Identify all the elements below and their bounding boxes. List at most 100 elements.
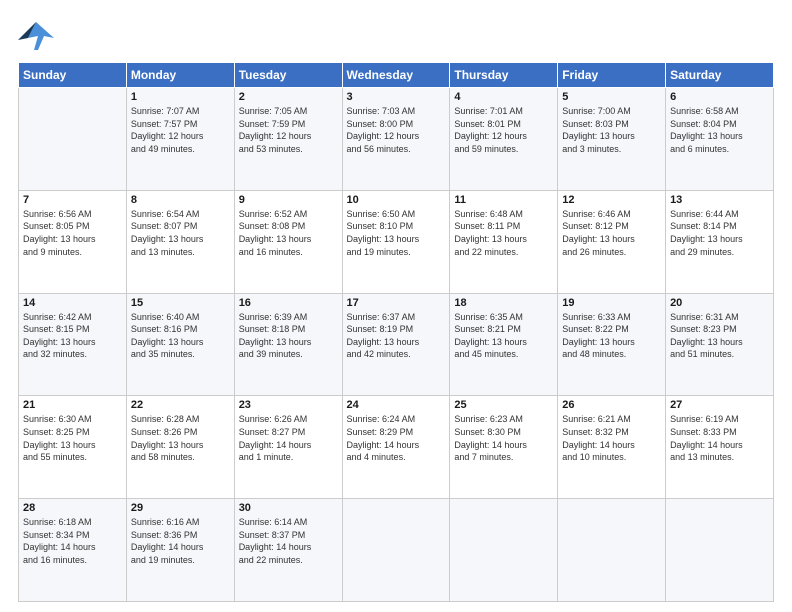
day-cell: 2 Sunrise: 7:05 AMSunset: 7:59 PMDaylight… [234,88,342,191]
day-number: 19 [562,297,661,309]
day-cell: 27 Sunrise: 6:19 AMSunset: 8:33 PMDayligh… [666,396,774,499]
day-number: 22 [131,399,230,411]
day-info: Sunrise: 6:42 AMSunset: 8:15 PMDaylight:… [23,311,122,361]
day-cell: 24 Sunrise: 6:24 AMSunset: 8:29 PMDayligh… [342,396,450,499]
calendar-header: SundayMondayTuesdayWednesdayThursdayFrid… [19,63,774,88]
day-info: Sunrise: 6:16 AMSunset: 8:36 PMDaylight:… [131,516,230,566]
day-number: 9 [239,194,338,206]
day-cell: 16Sunrise: 6:39 AMSunset: 8:18 PMDayligh… [234,293,342,396]
day-number: 25 [454,399,553,411]
day-info: Sunrise: 6:44 AMSunset: 8:14 PMDaylight:… [670,208,769,258]
day-info: Sunrise: 6:14 AMSunset: 8:37 PMDaylight:… [239,516,338,566]
day-cell: 14Sunrise: 6:42 AMSunset: 8:15 PMDayligh… [19,293,127,396]
day-number: 29 [131,502,230,514]
day-number: 28 [23,502,122,514]
week-row-2: 7 Sunrise: 6:56 AMSunset: 8:05 PMDaylight… [19,190,774,293]
day-cell: 28Sunrise: 6:18 AMSunset: 8:34 PMDayligh… [19,499,127,602]
day-cell: 29 Sunrise: 6:16 AMSunset: 8:36 PMDayligh… [126,499,234,602]
day-cell: 23 Sunrise: 6:26 AMSunset: 8:27 PMDayligh… [234,396,342,499]
day-cell: 10 Sunrise: 6:50 AMSunset: 8:10 PMDayligh… [342,190,450,293]
day-number: 3 [347,91,446,103]
day-header-sunday: Sunday [19,63,127,88]
day-header-tuesday: Tuesday [234,63,342,88]
day-cell: 1Sunrise: 7:07 AMSunset: 7:57 PMDaylight… [126,88,234,191]
day-number: 11 [454,194,553,206]
week-row-1: 1Sunrise: 7:07 AMSunset: 7:57 PMDaylight… [19,88,774,191]
day-number: 13 [670,194,769,206]
day-cell: 9 Sunrise: 6:52 AMSunset: 8:08 PMDaylight… [234,190,342,293]
day-number: 1 [131,91,230,103]
day-cell: 19 Sunrise: 6:33 AMSunset: 8:22 PMDayligh… [558,293,666,396]
day-number: 24 [347,399,446,411]
day-cell: 13 Sunrise: 6:44 AMSunset: 8:14 PMDayligh… [666,190,774,293]
day-cell [450,499,558,602]
day-header-saturday: Saturday [666,63,774,88]
day-header-thursday: Thursday [450,63,558,88]
day-cell [342,499,450,602]
day-number: 2 [239,91,338,103]
day-info: Sunrise: 6:50 AMSunset: 8:10 PMDaylight:… [347,208,446,258]
day-cell: 8Sunrise: 6:54 AMSunset: 8:07 PMDaylight… [126,190,234,293]
page: SundayMondayTuesdayWednesdayThursdayFrid… [0,0,792,612]
day-info: Sunrise: 6:35 AMSunset: 8:21 PMDaylight:… [454,311,553,361]
day-cell: 25 Sunrise: 6:23 AMSunset: 8:30 PMDayligh… [450,396,558,499]
day-cell: 21 Sunrise: 6:30 AMSunset: 8:25 PMDayligh… [19,396,127,499]
day-info: Sunrise: 7:03 AMSunset: 8:00 PMDaylight:… [347,105,446,155]
day-info: Sunrise: 6:52 AMSunset: 8:08 PMDaylight:… [239,208,338,258]
day-header-friday: Friday [558,63,666,88]
week-row-3: 14Sunrise: 6:42 AMSunset: 8:15 PMDayligh… [19,293,774,396]
day-cell: 20 Sunrise: 6:31 AMSunset: 8:23 PMDayligh… [666,293,774,396]
day-cell: 3 Sunrise: 7:03 AMSunset: 8:00 PMDaylight… [342,88,450,191]
day-cell: 7 Sunrise: 6:56 AMSunset: 8:05 PMDaylight… [19,190,127,293]
day-number: 20 [670,297,769,309]
day-number: 23 [239,399,338,411]
day-info: Sunrise: 6:31 AMSunset: 8:23 PMDaylight:… [670,311,769,361]
day-cell: 4Sunrise: 7:01 AMSunset: 8:01 PMDaylight… [450,88,558,191]
day-info: Sunrise: 6:24 AMSunset: 8:29 PMDaylight:… [347,413,446,463]
day-number: 4 [454,91,553,103]
day-cell: 6 Sunrise: 6:58 AMSunset: 8:04 PMDaylight… [666,88,774,191]
day-cell: 30Sunrise: 6:14 AMSunset: 8:37 PMDayligh… [234,499,342,602]
day-info: Sunrise: 6:40 AMSunset: 8:16 PMDaylight:… [131,311,230,361]
day-cell: 26 Sunrise: 6:21 AMSunset: 8:32 PMDayligh… [558,396,666,499]
day-number: 17 [347,297,446,309]
day-cell: 15 Sunrise: 6:40 AMSunset: 8:16 PMDayligh… [126,293,234,396]
day-cell [19,88,127,191]
day-cell: 12 Sunrise: 6:46 AMSunset: 8:12 PMDayligh… [558,190,666,293]
day-info: Sunrise: 6:19 AMSunset: 8:33 PMDaylight:… [670,413,769,463]
day-info: Sunrise: 6:46 AMSunset: 8:12 PMDaylight:… [562,208,661,258]
day-info: Sunrise: 6:58 AMSunset: 8:04 PMDaylight:… [670,105,769,155]
day-number: 27 [670,399,769,411]
day-number: 15 [131,297,230,309]
day-header-wednesday: Wednesday [342,63,450,88]
day-number: 7 [23,194,122,206]
calendar-body: 1Sunrise: 7:07 AMSunset: 7:57 PMDaylight… [19,88,774,602]
day-number: 21 [23,399,122,411]
day-info: Sunrise: 6:21 AMSunset: 8:32 PMDaylight:… [562,413,661,463]
day-info: Sunrise: 6:30 AMSunset: 8:25 PMDaylight:… [23,413,122,463]
day-cell: 11Sunrise: 6:48 AMSunset: 8:11 PMDayligh… [450,190,558,293]
logo-bird-icon [18,18,54,54]
calendar-table: SundayMondayTuesdayWednesdayThursdayFrid… [18,62,774,602]
day-info: Sunrise: 6:33 AMSunset: 8:22 PMDaylight:… [562,311,661,361]
day-cell [666,499,774,602]
day-number: 6 [670,91,769,103]
day-cell: 5Sunrise: 7:00 AMSunset: 8:03 PMDaylight… [558,88,666,191]
header [18,18,774,54]
day-cell [558,499,666,602]
day-number: 26 [562,399,661,411]
day-info: Sunrise: 6:39 AMSunset: 8:18 PMDaylight:… [239,311,338,361]
logo [18,18,58,54]
day-number: 10 [347,194,446,206]
day-number: 12 [562,194,661,206]
day-info: Sunrise: 7:05 AMSunset: 7:59 PMDaylight:… [239,105,338,155]
week-row-4: 21 Sunrise: 6:30 AMSunset: 8:25 PMDayligh… [19,396,774,499]
day-info: Sunrise: 6:23 AMSunset: 8:30 PMDaylight:… [454,413,553,463]
day-header-monday: Monday [126,63,234,88]
day-info: Sunrise: 7:00 AMSunset: 8:03 PMDaylight:… [562,105,661,155]
day-cell: 17Sunrise: 6:37 AMSunset: 8:19 PMDayligh… [342,293,450,396]
day-number: 18 [454,297,553,309]
day-info: Sunrise: 6:26 AMSunset: 8:27 PMDaylight:… [239,413,338,463]
day-info: Sunrise: 6:56 AMSunset: 8:05 PMDaylight:… [23,208,122,258]
day-cell: 18 Sunrise: 6:35 AMSunset: 8:21 PMDayligh… [450,293,558,396]
